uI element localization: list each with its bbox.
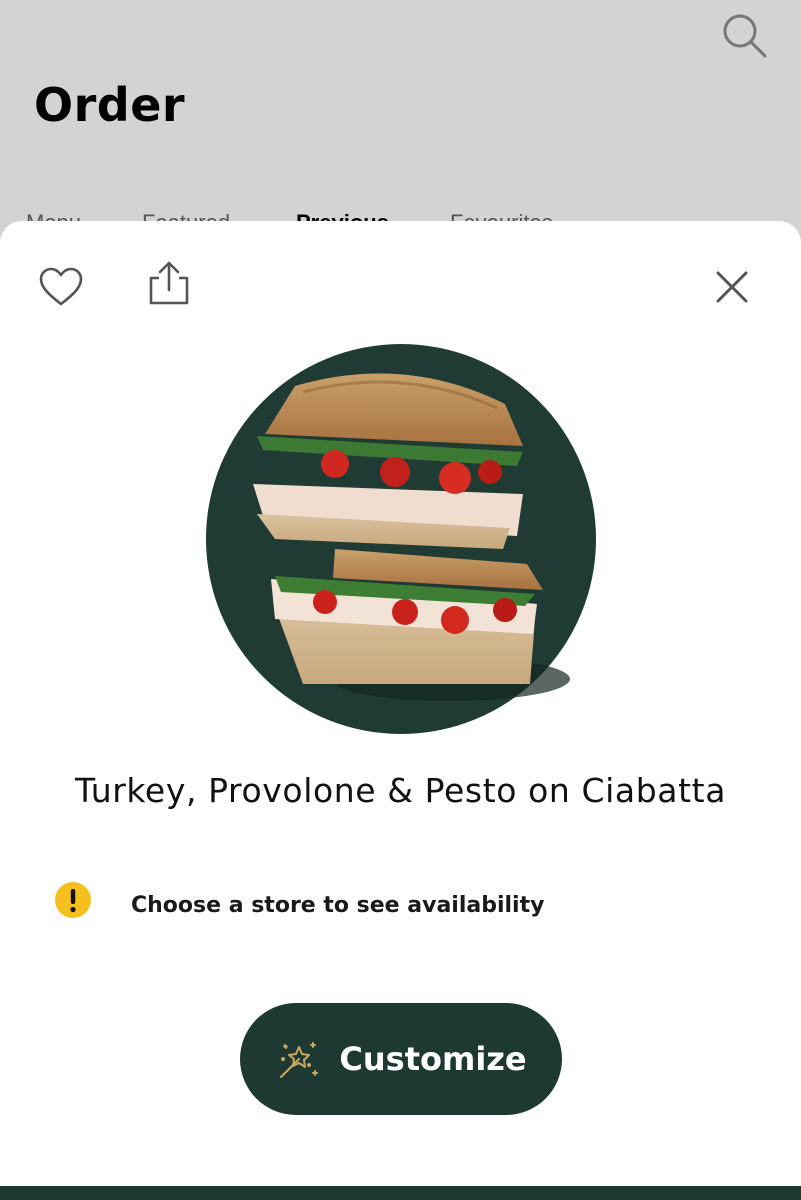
share-button[interactable] — [143, 259, 191, 307]
close-button[interactable] — [708, 263, 756, 311]
share-icon — [149, 261, 189, 305]
bottom-action-bar — [0, 1186, 801, 1200]
close-icon — [716, 271, 748, 303]
customize-button[interactable]: Customize — [240, 1003, 562, 1115]
favorite-button[interactable] — [38, 265, 84, 311]
product-sheet: Turkey, Provolone & Pesto on Ciabatta Ch… — [0, 221, 801, 1186]
page-title: Order — [34, 78, 186, 132]
magic-wand-icon — [280, 1042, 319, 1078]
customize-label: Customize — [339, 1040, 527, 1078]
product-image — [206, 344, 596, 734]
search-icon[interactable] — [719, 10, 769, 60]
heart-icon — [39, 267, 83, 306]
availability-notice: Choose a store to see availability — [131, 893, 545, 918]
exclamation-icon — [55, 882, 91, 918]
product-name: Turkey, Provolone & Pesto on Ciabatta — [74, 771, 727, 810]
